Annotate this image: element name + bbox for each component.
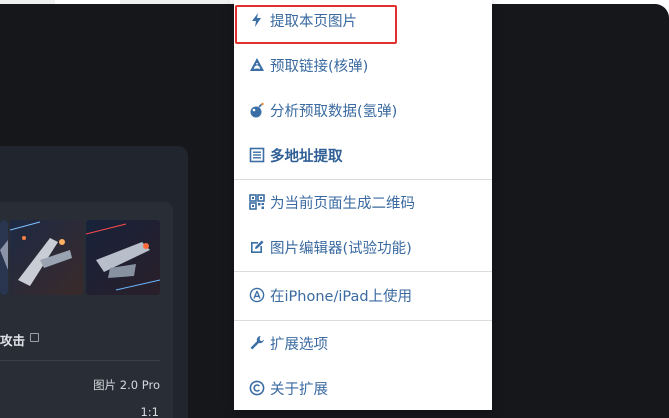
- appstore-icon: [248, 286, 266, 304]
- image-thumbnail[interactable]: [0, 220, 8, 295]
- qrcode-icon: [248, 193, 266, 211]
- menu-item-generate-qrcode[interactable]: 为当前页面生成二维码: [234, 186, 492, 218]
- menu-item-label: 为当前页面生成二维码: [270, 195, 415, 212]
- wrench-icon: [248, 334, 266, 352]
- copy-icon[interactable]: [30, 333, 39, 342]
- result-title: 攻击: [0, 333, 26, 348]
- bomb-icon: [248, 101, 266, 119]
- list-icon: [248, 146, 266, 164]
- menu-item-analyze-prefetch[interactable]: 分析预取数据(氢弹): [234, 94, 492, 126]
- image-thumbnail[interactable]: [86, 220, 160, 295]
- menu-item-image-editor[interactable]: 图片编辑器(试验功能): [234, 231, 492, 263]
- menu-item-label: 多地址提取: [270, 148, 343, 165]
- menu-item-label: 图片编辑器(试验功能): [270, 240, 412, 257]
- menu-item-use-on-iphone-ipad[interactable]: 在iPhone/iPad上使用: [234, 279, 492, 311]
- model-label: 图片 2.0 Pro: [93, 378, 160, 392]
- extension-dropdown-menu: 提取本页图片 预取链接(核弹) 分析预取数据(氢弹) 多地址提取 为当前页面生成…: [234, 0, 492, 410]
- menu-item-prefetch-links[interactable]: 预取链接(核弹): [234, 49, 492, 81]
- copyright-icon: [248, 379, 266, 397]
- highlight-box: [235, 5, 397, 44]
- radiation-icon: [248, 56, 266, 74]
- aspect-ratio-label: 1:1: [140, 405, 159, 418]
- menu-item-extension-options[interactable]: 扩展选项: [234, 327, 492, 359]
- menu-item-label: 在iPhone/iPad上使用: [270, 288, 413, 305]
- menu-item-label: 分析预取数据(氢弹): [270, 103, 398, 120]
- edit-icon: [248, 238, 266, 256]
- menu-separator: [234, 271, 492, 272]
- divider: [0, 360, 160, 361]
- menu-item-label: 扩展选项: [270, 336, 328, 353]
- menu-separator: [234, 320, 492, 321]
- menu-separator: [234, 179, 492, 180]
- menu-item-label: 关于扩展: [270, 381, 328, 398]
- image-thumbnail[interactable]: [10, 220, 83, 295]
- menu-item-about-extension[interactable]: 关于扩展: [234, 372, 492, 404]
- menu-item-label: 预取链接(核弹): [270, 58, 369, 75]
- menu-item-multi-address-extract[interactable]: 多地址提取: [234, 139, 492, 171]
